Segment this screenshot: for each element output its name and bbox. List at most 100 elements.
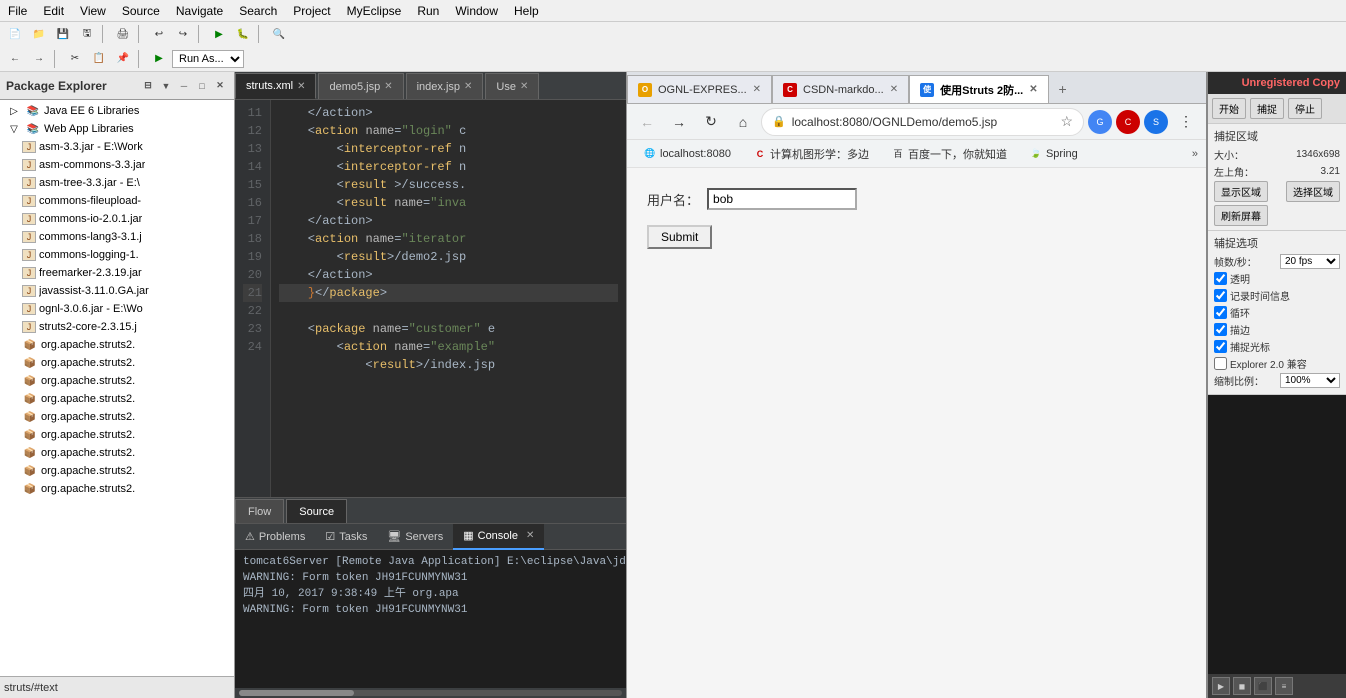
list-item[interactable]: J freemarker-2.3.19.jar [2, 264, 232, 282]
tb-paste[interactable]: 📌 [112, 49, 134, 69]
menu-source[interactable]: Source [114, 2, 168, 20]
list-item[interactable]: 📦 org.apache.struts2. [2, 462, 232, 480]
maximize-icon[interactable]: □ [194, 78, 210, 94]
list-item[interactable]: J commons-fileupload- [2, 192, 232, 210]
browser-tab-close-icon[interactable]: ✕ [753, 84, 761, 95]
start-button[interactable]: 开始 [1212, 98, 1246, 119]
tab-tasks[interactable]: ☑ Tasks [315, 524, 377, 550]
tb-redo[interactable]: ↪ [172, 24, 194, 44]
tb-save[interactable]: 💾 [52, 24, 74, 44]
menu-search[interactable]: Search [231, 2, 285, 20]
list-item[interactable]: J asm-3.3.jar - E:\Work [2, 138, 232, 156]
forward-button[interactable]: → [665, 108, 693, 136]
ext-btn-3[interactable]: S [1144, 110, 1168, 134]
list-item[interactable]: 📦 org.apache.struts2. [2, 390, 232, 408]
ext-btn-1[interactable]: G [1088, 110, 1112, 134]
console-close-icon[interactable]: ✕ [526, 530, 534, 541]
tab-close-icon[interactable]: ✕ [464, 81, 472, 92]
back-button[interactable]: ← [633, 108, 661, 136]
tab-index-jsp[interactable]: index.jsp ✕ [406, 73, 484, 99]
stop-button[interactable]: 停止 [1288, 98, 1322, 119]
tab-close-icon[interactable]: ✕ [384, 81, 392, 92]
tab-demo5-jsp[interactable]: demo5.jsp ✕ [318, 73, 403, 99]
browser-tab-struts[interactable]: 使 使用Struts 2防... ✕ [909, 75, 1049, 103]
bookmarks-more-icon[interactable]: » [1192, 148, 1198, 160]
capture-button[interactable]: 捕捉 [1250, 98, 1284, 119]
menu-view[interactable]: View [72, 2, 114, 20]
right-action-icon-1[interactable]: ▶ [1212, 677, 1230, 695]
scrollbar-thumb[interactable] [239, 690, 354, 696]
list-item[interactable]: 📦 org.apache.struts2. [2, 408, 232, 426]
tab-source[interactable]: Source [286, 499, 347, 523]
tb-undo[interactable]: ↩ [148, 24, 170, 44]
explorer-compat-checkbox[interactable] [1214, 357, 1227, 370]
fps-select[interactable]: 20 fps [1280, 254, 1340, 269]
border-checkbox[interactable] [1214, 323, 1227, 336]
list-item[interactable]: J ognl-3.0.6.jar - E:\Wo [2, 300, 232, 318]
menu-file[interactable]: File [0, 2, 35, 20]
submit-button[interactable]: Submit [647, 225, 712, 249]
list-item[interactable]: J struts2-core-2.3.15.j [2, 318, 232, 336]
tab-servers[interactable]: 🖥 Servers [377, 524, 453, 550]
browser-tab-csdn[interactable]: C CSDN-markdo... ✕ [772, 75, 909, 103]
minimize-icon[interactable]: ─ [176, 78, 192, 94]
list-item[interactable]: 📦 org.apache.struts2. [2, 336, 232, 354]
tb-debug[interactable]: 🐛 [232, 24, 254, 44]
loop-checkbox[interactable] [1214, 306, 1227, 319]
right-action-icon-4[interactable]: ≡ [1275, 677, 1293, 695]
code-editor[interactable]: 11 12 13 14 15 16 17 18 19 20 21 22 23 2… [235, 100, 626, 497]
right-action-icon-2[interactable]: ◼ [1233, 677, 1251, 695]
menu-myeclipse[interactable]: MyEclipse [339, 2, 410, 20]
list-item[interactable]: J asm-commons-3.3.jar [2, 156, 232, 174]
tb-forward[interactable]: → [28, 49, 50, 69]
menu-edit[interactable]: Edit [35, 2, 72, 20]
list-item[interactable]: J javassist-3.11.0.GA.jar [2, 282, 232, 300]
refresh-button[interactable]: 刷新屏幕 [1214, 205, 1268, 226]
list-item[interactable]: 📦 org.apache.struts2. [2, 372, 232, 390]
tab-struts-xml[interactable]: struts.xml ✕ [235, 73, 316, 99]
right-action-icon-3[interactable]: ⬛ [1254, 677, 1272, 695]
bookmark-spring[interactable]: 🍃 Spring [1021, 143, 1086, 165]
list-item[interactable]: 📦 org.apache.struts2. [2, 480, 232, 498]
bookmark-baidu[interactable]: 百 百度一下，你就知道 [883, 143, 1015, 165]
list-item[interactable]: 📦 org.apache.struts2. [2, 444, 232, 462]
tb-cut[interactable]: ✂ [64, 49, 86, 69]
address-bar[interactable]: 🔒 localhost:8080/OGNLDemo/demo5.jsp ☆ [761, 108, 1084, 136]
browser-tab-close-icon[interactable]: ✕ [1029, 84, 1037, 95]
more-button[interactable]: ⋮ [1172, 108, 1200, 136]
tree-web-app-libs[interactable]: ▽ 📚 Web App Libraries [2, 120, 232, 138]
menu-navigate[interactable]: Navigate [168, 2, 231, 20]
tb-run-select[interactable]: Run As... [172, 50, 244, 68]
list-item[interactable]: J asm-tree-3.3.jar - E:\ [2, 174, 232, 192]
tab-use[interactable]: Use ✕ [485, 73, 539, 99]
tree-java-ee-libs[interactable]: ▷ 📚 Java EE 6 Libraries [2, 102, 232, 120]
tb-run2[interactable]: ▶ [148, 49, 170, 69]
tab-flow[interactable]: Flow [235, 499, 284, 523]
bookmark-csdn[interactable]: C 计算机图形学：多边 [745, 143, 877, 165]
list-item[interactable]: 📦 org.apache.struts2. [2, 354, 232, 372]
horizontal-scrollbar[interactable] [235, 688, 626, 698]
view-menu-icon[interactable]: ▼ [158, 78, 174, 94]
ext-btn-2[interactable]: C [1116, 110, 1140, 134]
tb-search[interactable]: 🔍 [268, 24, 290, 44]
tab-console[interactable]: ▦ Console ✕ [453, 524, 544, 550]
bookmark-localhost[interactable]: 🌐 localhost:8080 [635, 143, 739, 165]
menu-run[interactable]: Run [409, 2, 447, 20]
browser-tab-ognl[interactable]: O OGNL-EXPRES... ✕ [627, 75, 772, 103]
tab-close-icon[interactable]: ✕ [520, 81, 528, 92]
tab-problems[interactable]: ⚠ Problems [235, 524, 315, 550]
scale-select[interactable]: 100% [1280, 373, 1340, 388]
menu-window[interactable]: Window [447, 2, 506, 20]
menu-project[interactable]: Project [285, 2, 338, 20]
code-text[interactable]: </action> <action name="login" c <interc… [271, 100, 626, 497]
cursor-checkbox[interactable] [1214, 340, 1227, 353]
close-icon[interactable]: ✕ [212, 78, 228, 94]
tb-print[interactable]: 🖨 [112, 24, 134, 44]
collapse-all-icon[interactable]: ⊟ [140, 78, 156, 94]
bookmark-star-icon[interactable]: ☆ [1060, 113, 1073, 130]
browser-tab-close-icon[interactable]: ✕ [890, 84, 898, 95]
tb-copy[interactable]: 📋 [88, 49, 110, 69]
display-area-button[interactable]: 显示区域 [1214, 181, 1268, 202]
home-button[interactable]: ⌂ [729, 108, 757, 136]
record-time-checkbox[interactable] [1214, 289, 1227, 302]
